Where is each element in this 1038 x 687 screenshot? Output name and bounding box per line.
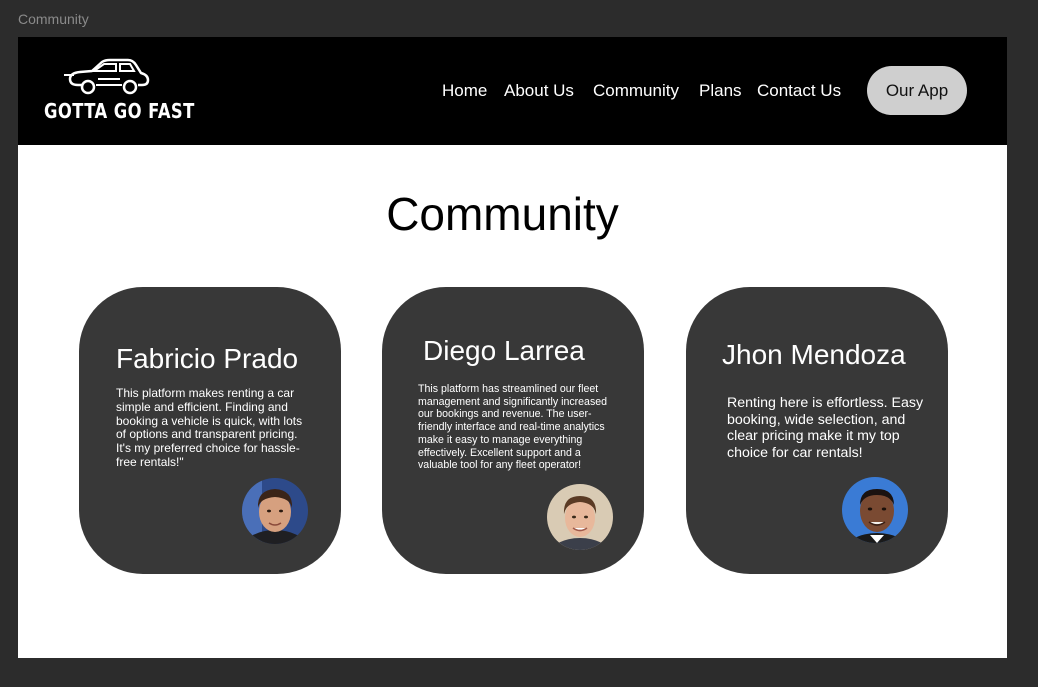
testimonial-card: Fabricio Prado This platform makes renti… (79, 287, 341, 574)
person-avatar-icon (842, 477, 908, 543)
card-text: This platform has streamlined our fleet … (418, 383, 608, 472)
person-avatar-icon (547, 484, 613, 550)
navbar: GOTTA GO FAST Home About Us Community Pl… (18, 37, 1007, 145)
our-app-button[interactable]: Our App (867, 66, 967, 115)
page-frame: GOTTA GO FAST Home About Us Community Pl… (18, 37, 1007, 658)
testimonial-card: Diego Larrea This platform has streamlin… (382, 287, 644, 574)
card-text: This platform makes renting a car simple… (116, 386, 303, 469)
nav-community[interactable]: Community (593, 81, 679, 101)
nav-plans[interactable]: Plans (699, 81, 742, 101)
card-text: Renting here is effortless. Easy booking… (727, 395, 924, 461)
page-title: Community (386, 188, 619, 240)
testimonial-card: Jhon Mendoza Renting here is effortless.… (686, 287, 948, 574)
card-name: Fabricio Prado (116, 343, 299, 374)
nav-links: Home About Us Community Plans Contact Us (18, 81, 1007, 105)
card-name: Diego Larrea (423, 335, 585, 366)
person-avatar-icon (242, 478, 308, 544)
nav-about-us[interactable]: About Us (504, 81, 574, 101)
avatar (242, 478, 308, 544)
nav-contact-us[interactable]: Contact Us (757, 81, 841, 101)
avatar (547, 484, 613, 550)
nav-home[interactable]: Home (442, 81, 487, 101)
avatar (842, 477, 908, 543)
frame-label: Community (18, 11, 89, 27)
card-name: Jhon Mendoza (722, 339, 906, 370)
